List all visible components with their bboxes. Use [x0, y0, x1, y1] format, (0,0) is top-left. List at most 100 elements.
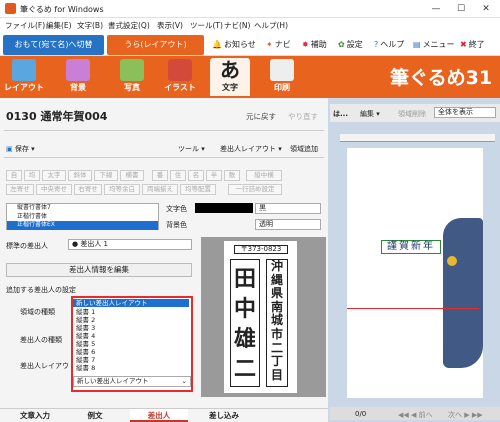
card-back-preview: 謹賀新年	[347, 148, 483, 398]
text-color-select[interactable]: 黒	[255, 203, 321, 214]
close-icon: ✖	[460, 40, 467, 49]
save-button[interactable]: ▣ 保存 ▾	[6, 144, 35, 154]
dropdown-option[interactable]: 縦書 1	[73, 308, 189, 316]
plum-blossom-icon	[447, 256, 457, 266]
bold-button[interactable]: 太字	[42, 170, 66, 181]
menu-file[interactable]: ファイル(F)	[5, 20, 45, 31]
guide-line	[347, 308, 479, 309]
address-button[interactable]: 住	[170, 170, 186, 181]
save-icon: ▣	[6, 145, 13, 153]
ribbon-illust-button[interactable]: イラスト	[160, 58, 200, 96]
tab-text-input[interactable]: 文章入力	[10, 409, 60, 422]
distribute-button[interactable]: 均等配置	[180, 184, 216, 195]
add-area-button[interactable]: 領域追加	[290, 144, 318, 154]
tab-sender[interactable]: 差出人	[130, 409, 188, 422]
sender-layout-menu[interactable]: 差出人レイアウト ▾	[220, 144, 282, 154]
half-width-button[interactable]: 半	[206, 170, 222, 181]
app-icon	[5, 3, 16, 14]
illust-icon	[168, 59, 192, 81]
calligraphy-illustration	[443, 218, 483, 368]
text-color-swatch[interactable]	[195, 203, 253, 213]
bg-color-label: 背景色	[166, 221, 187, 229]
greeting-text[interactable]: 謹賀新年	[381, 240, 441, 254]
layout-icon	[12, 59, 36, 81]
settings-button[interactable]: ✿ 設定	[338, 39, 363, 50]
zoom-select[interactable]: 全体を表示	[434, 107, 496, 118]
front-side-tab[interactable]: おもて(宛て名)へ切替	[3, 35, 104, 55]
ribbon-text-button[interactable]: あ文字	[210, 58, 250, 96]
ribbon-background-button[interactable]: 背景	[58, 58, 98, 96]
next-page-button[interactable]: 次へ ▶ ▶▶	[448, 410, 483, 420]
printer-icon	[270, 59, 294, 81]
format-even-button[interactable]: 均	[24, 170, 40, 181]
horizontal-button[interactable]: 横書	[120, 170, 144, 181]
star-icon: ✸	[302, 40, 309, 49]
assist-button[interactable]: ✸ 補助	[302, 39, 327, 50]
align-right-button[interactable]: 右寄せ	[74, 184, 102, 195]
list-item-selected[interactable]: 正楷行書体EX	[7, 221, 158, 230]
close-button[interactable]: ✕	[475, 2, 497, 16]
window-title: 筆ぐるめ for Windows	[20, 5, 104, 14]
list-item[interactable]: 縦書行書体7	[7, 204, 158, 213]
dropdown-option[interactable]: 縦書 8	[73, 364, 189, 372]
notice-button[interactable]: 🔔 お知らせ	[212, 39, 256, 50]
sender-type-label: 差出人の種類	[20, 336, 62, 344]
sender-layout-select[interactable]: 新しい差出人レイアウト ⌄	[73, 376, 191, 387]
ribbon-print-button[interactable]: 印刷	[262, 58, 302, 96]
menu-bar: ファイル(F) 編集(E) 文字(B) 書式設定(Q) 表示(V) ツール(T)…	[0, 18, 500, 32]
default-sender-select[interactable]: ● 差出人 1	[68, 239, 192, 250]
tate-chu-yoko-button[interactable]: 縦中横	[246, 170, 282, 181]
list-item[interactable]: 正楷行書体	[7, 213, 158, 222]
undo-button[interactable]: 元に戻す	[246, 111, 276, 122]
menu-view[interactable]: 表示(V)	[157, 20, 183, 31]
default-sender-label: 標準の差出人	[6, 242, 48, 250]
menu-edit[interactable]: 編集(E)	[46, 20, 72, 31]
menu-button[interactable]: ▤ メニュー	[413, 39, 455, 50]
even-margin-button[interactable]: 均等余白	[104, 184, 140, 195]
background-icon	[66, 59, 90, 81]
navi-button[interactable]: ✦ ナビ	[266, 39, 291, 50]
menu-text[interactable]: 文字(B)	[77, 20, 103, 31]
menu-tools[interactable]: ツール(T)	[190, 20, 223, 31]
exit-button[interactable]: ✖ 終了	[460, 39, 485, 50]
dropdown-option[interactable]: 縦書 7	[73, 356, 189, 364]
number-button[interactable]: 番	[152, 170, 168, 181]
dropdown-option-new[interactable]: 新しい差出人レイアウト	[73, 299, 189, 307]
align-center-button[interactable]: 中央寄せ	[36, 184, 72, 195]
tab-example[interactable]: 例文	[70, 409, 120, 422]
underline-button[interactable]: 下線	[94, 170, 118, 181]
dropdown-option[interactable]: 縦書 3	[73, 324, 189, 332]
tools-menu[interactable]: ツール ▾	[178, 144, 205, 154]
preview-edit-menu[interactable]: 編集 ▾	[360, 109, 380, 119]
help-button[interactable]: ? ヘルプ	[374, 39, 404, 50]
minimize-button[interactable]: —	[425, 2, 447, 16]
postal-code: 〒373-0823	[234, 245, 288, 254]
edit-sender-button[interactable]: 差出人情報を編集	[6, 263, 192, 277]
name-button[interactable]: 名	[188, 170, 204, 181]
prev-page-button[interactable]: ◀◀ ◀ 前へ	[398, 410, 433, 420]
format-auto-button[interactable]: 自	[6, 170, 22, 181]
dropdown-option[interactable]: 縦書 6	[73, 348, 189, 356]
menu-help[interactable]: ヘルプ(H)	[254, 20, 288, 31]
align-left-button[interactable]: 左寄せ	[6, 184, 34, 195]
maximize-button[interactable]: ☐	[450, 2, 472, 16]
menu-format[interactable]: 書式設定(Q)	[108, 20, 150, 31]
ribbon-layout-button[interactable]: レイアウト	[4, 58, 44, 96]
line-spacing-button[interactable]: 一行詰め設定	[228, 184, 282, 195]
back-side-tab[interactable]: うら(レイアウト)	[107, 35, 204, 55]
dropdown-option[interactable]: 縦書 2	[73, 316, 189, 324]
ribbon-photo-button[interactable]: 写真	[112, 58, 152, 96]
pin-icon: ✦	[266, 40, 273, 49]
bg-color-select[interactable]: 透明	[255, 219, 321, 230]
justify-button[interactable]: 両端揃え	[142, 184, 178, 195]
numeral-button[interactable]: 数	[224, 170, 240, 181]
dropdown-option[interactable]: 縦書 5	[73, 340, 189, 348]
dropdown-option[interactable]: 縦書 4	[73, 332, 189, 340]
menu-navi[interactable]: ナビ(N)	[224, 20, 250, 31]
redo-button[interactable]: やり直す	[288, 111, 318, 122]
photo-icon	[120, 59, 144, 81]
delete-area-button[interactable]: 領域削除	[398, 109, 426, 119]
italic-button[interactable]: 斜体	[68, 170, 92, 181]
tab-merge[interactable]: 差し込み	[196, 409, 252, 422]
sender-preview-card: 〒373-0823 沖 縄 県 南 城 市 二 丁 目 田 中 雄 二	[224, 241, 297, 393]
